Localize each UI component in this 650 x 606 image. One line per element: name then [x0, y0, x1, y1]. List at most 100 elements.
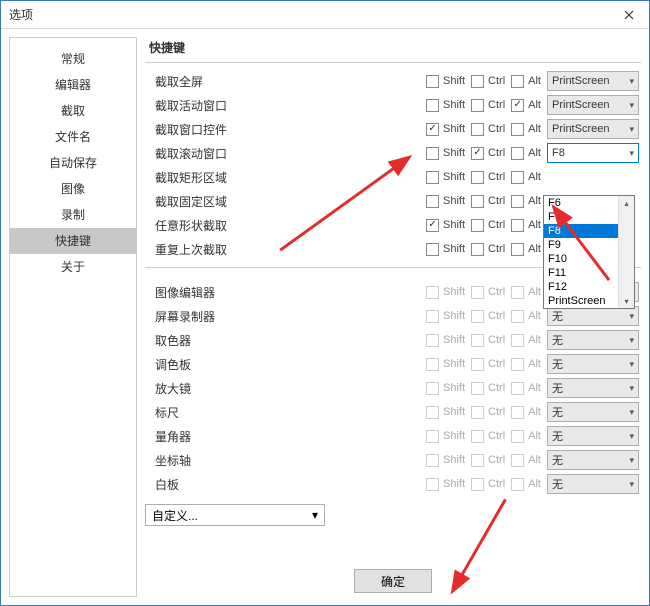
sidebar-item[interactable]: 快捷键 [10, 228, 136, 254]
key-select[interactable]: PrintScreen ▾ [547, 95, 639, 115]
modifier-label: Shift [443, 75, 465, 87]
ctrl-modifier[interactable]: Ctrl [471, 99, 505, 112]
close-button[interactable] [609, 1, 649, 29]
alt-modifier[interactable]: Alt [511, 75, 541, 88]
shift-modifier[interactable]: Shift [426, 243, 465, 256]
shortcut-row: 调色板 Shift Ctrl Alt 无 ▾ [155, 352, 639, 376]
modifier-label: Alt [528, 406, 541, 418]
chevron-down-icon: ▾ [629, 359, 634, 370]
modifier-label: Shift [443, 171, 465, 183]
shift-modifier[interactable]: Shift [426, 75, 465, 88]
ctrl-modifier: Ctrl [471, 286, 505, 299]
shortcut-label: 截取固定区域 [155, 193, 275, 210]
checkbox-icon [426, 99, 439, 112]
alt-modifier[interactable]: Alt [511, 171, 541, 184]
modifier-label: Shift [443, 406, 465, 418]
alt-modifier: Alt [511, 358, 541, 371]
checkbox-icon [511, 430, 524, 443]
alt-modifier: Alt [511, 286, 541, 299]
shift-modifier[interactable]: Shift [426, 195, 465, 208]
alt-modifier[interactable]: Alt [511, 195, 541, 208]
alt-modifier: Alt [511, 454, 541, 467]
checkbox-icon [471, 430, 484, 443]
titlebar: 选项 [1, 1, 649, 29]
modifier-group: Shift Ctrl Alt [275, 358, 547, 371]
custom-dropdown[interactable]: 自定义... ▾ [145, 504, 325, 526]
ctrl-modifier[interactable]: Ctrl [471, 219, 505, 232]
key-select-value: 无 [552, 476, 563, 492]
alt-modifier[interactable]: Alt [511, 243, 541, 256]
key-select[interactable]: F8 ▾ [547, 143, 639, 163]
checkbox-icon [511, 478, 524, 491]
sidebar-item[interactable]: 常规 [10, 46, 136, 72]
key-select[interactable]: PrintScreen ▾ [547, 71, 639, 91]
sidebar-item[interactable]: 录制 [10, 202, 136, 228]
modifier-label: Shift [443, 286, 465, 298]
alt-modifier[interactable]: Alt [511, 147, 541, 160]
alt-modifier[interactable]: Alt [511, 123, 541, 136]
ctrl-modifier: Ctrl [471, 334, 505, 347]
checkbox-icon [471, 454, 484, 467]
shift-modifier[interactable]: Shift [426, 99, 465, 112]
ctrl-modifier[interactable]: Ctrl [471, 171, 505, 184]
checkbox-icon [426, 334, 439, 347]
key-dropdown-list[interactable]: ▴ ▾ F6F7F8F9F10F11F12PrintScreen [543, 195, 635, 309]
sidebar-item[interactable]: 图像 [10, 176, 136, 202]
shift-modifier[interactable]: Shift [426, 171, 465, 184]
key-select[interactable]: 无 ▾ [547, 306, 639, 326]
sidebar-item[interactable]: 编辑器 [10, 72, 136, 98]
sidebar-item[interactable]: 自动保存 [10, 150, 136, 176]
modifier-group: Shift Ctrl Alt [275, 382, 547, 395]
shortcut-label: 取色器 [155, 332, 275, 349]
shift-modifier[interactable]: Shift [426, 123, 465, 136]
ctrl-modifier[interactable]: Ctrl [471, 147, 505, 160]
shortcut-row: 坐标轴 Shift Ctrl Alt 无 ▾ [155, 448, 639, 472]
shift-modifier[interactable]: Shift [426, 219, 465, 232]
key-select[interactable]: 无 ▾ [547, 354, 639, 374]
sidebar-item[interactable]: 关于 [10, 254, 136, 280]
modifier-group: Shift Ctrl Alt [275, 147, 547, 160]
sidebar-item[interactable]: 文件名 [10, 124, 136, 150]
ctrl-modifier[interactable]: Ctrl [471, 123, 505, 136]
modifier-label: Shift [443, 219, 465, 231]
main-panel: 快捷键 截取全屏 Shift Ctrl Alt PrintScreen ▾ 截取… [145, 37, 641, 597]
key-select[interactable]: 无 ▾ [547, 426, 639, 446]
modifier-label: Ctrl [488, 406, 505, 418]
modifier-label: Shift [443, 334, 465, 346]
key-select[interactable]: 无 ▾ [547, 330, 639, 350]
modifier-group: Shift Ctrl Alt [275, 243, 547, 256]
ok-button[interactable]: 确定 [354, 569, 432, 593]
checkbox-icon [426, 286, 439, 299]
key-select-value: 无 [552, 308, 563, 324]
alt-modifier[interactable]: Alt [511, 219, 541, 232]
checkbox-icon [426, 195, 439, 208]
ctrl-modifier: Ctrl [471, 430, 505, 443]
modifier-group: Shift Ctrl Alt [275, 334, 547, 347]
shortcut-row: 标尺 Shift Ctrl Alt 无 ▾ [155, 400, 639, 424]
modifier-label: Ctrl [488, 243, 505, 255]
modifier-label: Ctrl [488, 478, 505, 490]
ctrl-modifier[interactable]: Ctrl [471, 195, 505, 208]
scroll-up-icon[interactable]: ▴ [619, 196, 634, 210]
checkbox-icon [471, 286, 484, 299]
checkbox-icon [471, 478, 484, 491]
key-select[interactable]: 无 ▾ [547, 378, 639, 398]
shift-modifier: Shift [426, 430, 465, 443]
modifier-label: Alt [528, 123, 541, 135]
alt-modifier[interactable]: Alt [511, 99, 541, 112]
shortcut-row: 白板 Shift Ctrl Alt 无 ▾ [155, 472, 639, 496]
key-select[interactable]: 无 ▾ [547, 474, 639, 494]
modifier-label: Shift [443, 147, 465, 159]
key-select-value: 无 [552, 380, 563, 396]
sidebar-item[interactable]: 截取 [10, 98, 136, 124]
ctrl-modifier[interactable]: Ctrl [471, 243, 505, 256]
ctrl-modifier[interactable]: Ctrl [471, 75, 505, 88]
key-select[interactable]: PrintScreen ▾ [547, 119, 639, 139]
shift-modifier[interactable]: Shift [426, 147, 465, 160]
alt-modifier: Alt [511, 406, 541, 419]
scrollbar[interactable]: ▴ ▾ [618, 196, 634, 308]
key-select[interactable]: 无 ▾ [547, 450, 639, 470]
key-select-value: 无 [552, 332, 563, 348]
key-select[interactable]: 无 ▾ [547, 402, 639, 422]
scroll-down-icon[interactable]: ▾ [619, 294, 634, 308]
